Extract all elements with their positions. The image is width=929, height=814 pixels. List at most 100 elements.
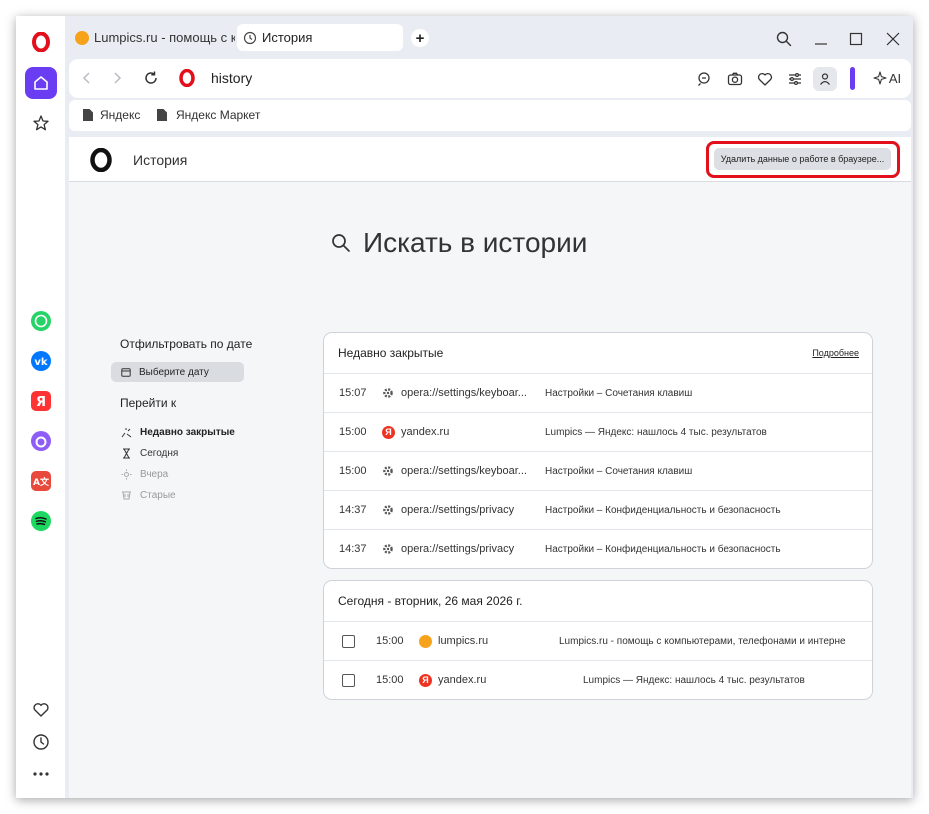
accent-indicator [850, 67, 855, 90]
history-page: История Удалить данные о работе в браузе… [69, 137, 911, 798]
row-url: yandex.ru [438, 674, 487, 686]
gear-icon [382, 452, 394, 490]
table-row[interactable]: 15:00 opera://settings/keyboar... Настро… [324, 451, 872, 490]
alice-icon[interactable] [25, 425, 57, 457]
row-title: Lumpics — Яндекс: нашлось 4 тыс. результ… [583, 674, 805, 686]
yandex-icon[interactable]: Я [25, 385, 57, 417]
sparkle-icon [873, 70, 887, 85]
back-icon[interactable] [79, 70, 95, 91]
archive-icon [122, 491, 131, 500]
row-url: yandex.ru [401, 426, 450, 438]
reload-icon[interactable] [143, 70, 159, 91]
opera-logo-icon [89, 147, 113, 177]
today-card: Сегодня - вторник, 26 мая 2026 г. 15:00 … [323, 580, 873, 700]
row-checkbox[interactable] [342, 622, 355, 660]
row-time: 14:37 [339, 504, 367, 516]
tab-lumpics[interactable]: Lumpics.ru - помощь с компьютерами [69, 24, 235, 51]
gear-icon [382, 530, 394, 568]
calendar-icon [121, 368, 131, 377]
recently-closed-card: Недавно закрытые Подробнее 15:07 opera:/… [323, 332, 873, 569]
camera-icon[interactable] [727, 71, 743, 92]
nav-older[interactable]: Старые [121, 485, 235, 506]
card-title: Сегодня - вторник, 26 мая 2026 г. [338, 594, 523, 608]
highlight-frame [706, 141, 900, 178]
search-placeholder: Искать в истории [363, 227, 588, 258]
row-title: Настройки – Сочетания клавиш [545, 387, 693, 399]
nav-yesterday[interactable]: Вчера [121, 464, 235, 485]
bookmarks-bar: Яндекс Яндекс Маркет [69, 100, 911, 131]
nav-label: Вчера [140, 469, 169, 480]
spotify-icon[interactable] [25, 505, 57, 537]
row-title: Настройки – Конфиденциальность и безопас… [545, 504, 781, 516]
table-row[interactable]: 15:00 lumpics.ru Lumpics.ru - помощь с к… [324, 621, 872, 660]
row-time: 15:07 [339, 387, 367, 399]
table-row[interactable]: 14:37 opera://settings/privacy Настройки… [324, 529, 872, 568]
address-bar: history [69, 59, 911, 98]
table-row[interactable]: 15:00 Я yandex.ru Lumpics — Яндекс: нашл… [324, 660, 872, 699]
star-icon[interactable] [25, 107, 57, 139]
close-icon[interactable] [880, 28, 906, 50]
search-tabs-icon[interactable] [771, 28, 797, 50]
yandex-icon: Я [419, 661, 432, 699]
lumpics-icon [75, 30, 89, 45]
translator-icon[interactable]: A文 [25, 465, 57, 497]
nav-label: Сегодня [140, 448, 179, 459]
bookmark-yandex[interactable]: Яндекс [82, 108, 140, 122]
tab-bar: Lumpics.ru - помощь с компьютерами Истор… [69, 22, 909, 52]
more-icon[interactable] [25, 758, 57, 790]
opera-logo-icon[interactable] [25, 26, 57, 58]
table-row[interactable]: 15:00 Я yandex.ru Lumpics — Яндекс: нашл… [324, 412, 872, 451]
select-date-label: Выберите дату [139, 366, 209, 378]
row-title: Lumpics — Яндекс: нашлось 4 тыс. результ… [545, 426, 767, 438]
home-icon[interactable] [25, 67, 57, 99]
ai-button[interactable]: AI [864, 59, 910, 98]
row-time: 14:37 [339, 543, 367, 555]
page-icon [157, 109, 167, 121]
gear-icon [382, 491, 394, 529]
row-title: Lumpics.ru - помощь с компьютерами, теле… [559, 635, 846, 647]
whatsapp-icon[interactable] [25, 305, 57, 337]
nav-label: Старые [140, 490, 176, 501]
nav-recently-closed[interactable]: Недавно закрытые [121, 422, 235, 443]
vk-icon[interactable]: vk [25, 345, 57, 377]
easy-setup-icon[interactable] [787, 71, 803, 92]
maximize-icon[interactable] [843, 28, 869, 50]
row-url: lumpics.ru [438, 635, 489, 647]
nav-today[interactable]: Сегодня [121, 443, 235, 464]
page-title: История [133, 152, 188, 168]
row-checkbox[interactable] [342, 661, 355, 699]
table-row[interactable]: 14:37 opera://settings/privacy Настройки… [324, 490, 872, 529]
profile-icon[interactable] [813, 67, 837, 91]
tab-title: История [262, 30, 313, 45]
bookmark-label: Яндекс Маркет [176, 108, 261, 122]
yandex-icon: Я [382, 413, 395, 451]
row-url: opera://settings/keyboar... [401, 387, 527, 399]
tab-history[interactable]: История [237, 24, 403, 51]
heart-icon[interactable] [757, 71, 773, 92]
card-title: Недавно закрытые [338, 346, 444, 360]
more-link[interactable]: Подробнее [812, 348, 859, 358]
bookmark-yandex-market[interactable]: Яндекс Маркет [156, 108, 260, 122]
forward-icon[interactable] [109, 70, 125, 91]
heart-icon[interactable] [25, 694, 57, 726]
sun-icon [121, 469, 132, 480]
table-row[interactable]: 15:07 opera://settings/keyboar... Настро… [324, 373, 872, 412]
page-icon [83, 109, 93, 121]
minimize-icon[interactable] [808, 28, 834, 50]
row-url: opera://settings/privacy [401, 543, 515, 555]
zoom-icon[interactable] [697, 71, 713, 92]
recently-closed-icon [121, 428, 132, 438]
row-title: Настройки – Конфиденциальность и безопас… [545, 543, 781, 555]
row-time: 15:00 [376, 635, 404, 647]
row-time: 15:00 [339, 426, 367, 438]
hourglass-icon [123, 448, 130, 459]
row-title: Настройки – Сочетания клавиш [545, 465, 693, 477]
history-search[interactable]: Искать в истории [331, 227, 587, 259]
url-field[interactable]: history [211, 70, 252, 86]
history-clock-icon[interactable] [25, 726, 57, 758]
goto-title: Перейти к [120, 396, 177, 410]
row-url: opera://settings/keyboar... [401, 465, 527, 477]
new-tab-plus-icon[interactable]: + [411, 29, 429, 47]
nav-label: Недавно закрытые [140, 427, 235, 438]
select-date-button[interactable]: Выберите дату [111, 362, 244, 382]
